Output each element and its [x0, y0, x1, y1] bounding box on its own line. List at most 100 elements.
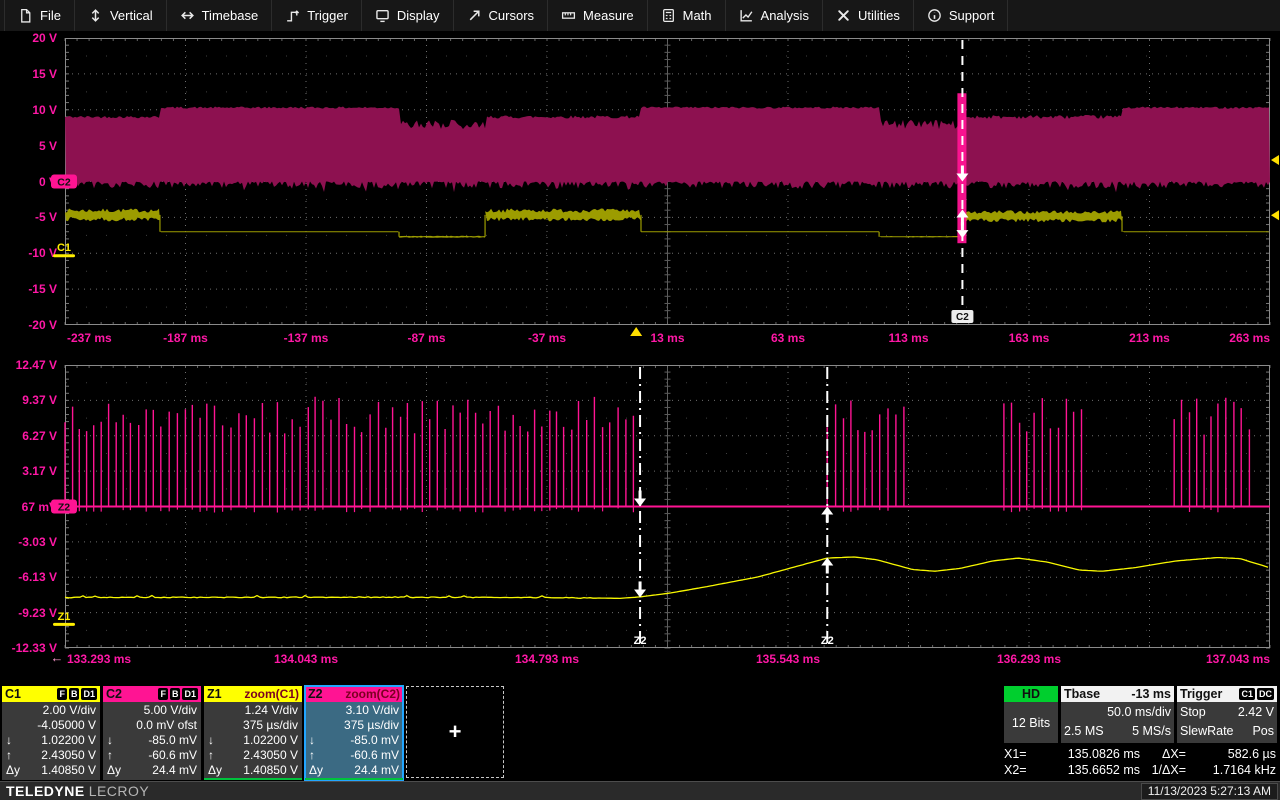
trace-badge-d1: D1 — [182, 688, 198, 700]
trace-descriptor-C1[interactable]: C1FBD12.00 V/div-4.05000 V↓1.02200 V↑2.4… — [2, 686, 100, 780]
trace-badge-f: F — [158, 688, 168, 700]
descriptor-body: 5.00 V/div0.0 mV ofst↓-85.0 mV↑-60.6 mVΔ… — [103, 702, 201, 780]
menu-item-measure[interactable]: Measure — [548, 0, 648, 31]
menu-item-analysis[interactable]: Analysis — [726, 0, 823, 31]
x-tick-label: 63 ms — [771, 331, 805, 345]
menu-item-label: Analysis — [761, 8, 809, 23]
x-tick-label: 163 ms — [1009, 331, 1050, 345]
descriptor-row-symbol: Δy — [2, 763, 28, 778]
timebase-header: Tbase -13 ms — [1061, 686, 1174, 702]
zoom-source-label: zoom(C2) — [345, 687, 400, 701]
trace-descriptor-Z2[interactable]: Z2zoom(C2)3.10 V/div375 µs/div↓-85.0 mV↑… — [305, 686, 403, 780]
main-waveform-grid[interactable]: C2C2C1 — [50, 38, 1280, 338]
x1-label: X1= — [1004, 746, 1038, 762]
descriptor-row-symbol: Δy — [103, 763, 129, 778]
x-tick-label: 137.043 ms — [1206, 652, 1270, 666]
menu-item-math[interactable]: Math — [648, 0, 726, 31]
c1-waveform[interactable] — [160, 231, 399, 232]
trace-badge-b: B — [170, 688, 181, 700]
hd-label: HD — [1022, 687, 1040, 701]
c1-waveform[interactable] — [641, 231, 879, 232]
status-bar: TELEDYNELECROY 11/13/2023 5:27:13 AM — [0, 781, 1280, 800]
y-tick-label: 10 V — [1, 103, 57, 117]
menu-item-label: Utilities — [858, 8, 900, 23]
x-tick-label: -137 ms — [284, 331, 329, 345]
timebase-rate: 5 MS/s — [1132, 722, 1171, 741]
descriptor-row-symbol: Δy — [305, 763, 331, 778]
c2-waveform[interactable] — [65, 107, 1270, 193]
menu-item-utilities[interactable]: Utilities — [823, 0, 914, 31]
trace-descriptor-C2[interactable]: C2FBD15.00 V/div0.0 mV ofst↓-85.0 mV↑-60… — [103, 686, 201, 780]
descriptor-row-value: 24.4 mV — [331, 763, 403, 778]
x-tick-label: 113 ms — [888, 331, 928, 345]
cursor-label: C2 — [956, 312, 969, 323]
descriptor-row-value: -60.6 mV — [331, 748, 403, 763]
descriptor-body: 1.24 V/div375 µs/div↓1.02200 V↑2.43050 V… — [204, 702, 302, 778]
trace-label-Z1[interactable]: Z1 — [58, 611, 71, 623]
x2-label: X2= — [1004, 762, 1038, 778]
descriptor-row-value: -60.6 mV — [129, 748, 201, 763]
descriptor-row-value: -85.0 mV — [129, 733, 201, 748]
menu-item-vertical[interactable]: Vertical — [75, 0, 167, 31]
menu-item-file[interactable]: File — [4, 0, 75, 31]
y-tick-label: 67 mV — [1, 500, 57, 514]
cursor-readout: X1= 135.0826 ms ΔX= 582.6 µs X2= 135.665… — [1004, 746, 1278, 778]
menu-item-support[interactable]: Support — [914, 0, 1009, 31]
descriptor-row-symbol: ↓ — [2, 733, 28, 748]
menu-item-label: Display — [397, 8, 440, 23]
descriptor-row-symbol: ↑ — [305, 748, 331, 763]
cursors-icon — [467, 8, 482, 23]
cursor-label: Z2 — [634, 635, 647, 647]
descriptor-row-symbol: ↑ — [204, 748, 230, 763]
x-tick-label: 263 ms — [1229, 331, 1270, 345]
trigger-header: Trigger C1 DC — [1177, 686, 1277, 702]
timebase-panel[interactable]: Tbase -13 ms 50.0 ms/div 2.5 MS 5 MS/s — [1061, 686, 1174, 743]
x-tick-label: -237 ms — [67, 331, 112, 345]
timebase-body: 50.0 ms/div 2.5 MS 5 MS/s — [1061, 702, 1174, 743]
y-tick-label: 12.47 V — [1, 358, 57, 372]
timebase-samples: 2.5 MS — [1064, 722, 1104, 741]
trigger-panel[interactable]: Trigger C1 DC Stop 2.42 V SlewRate Pos — [1177, 686, 1277, 743]
trace-badge-b: B — [69, 688, 80, 700]
descriptor-header: Z2 zoom(C2) — [305, 686, 403, 702]
y-tick-label: 5 V — [1, 139, 57, 153]
x1-value: 135.0826 ms — [1038, 746, 1140, 762]
descriptor-row-value: 375 µs/div — [230, 718, 302, 733]
menu-item-cursors[interactable]: Cursors — [454, 0, 549, 31]
y-tick-label: -12.33 V — [1, 641, 57, 655]
descriptor-row-value: -4.05000 V — [28, 718, 100, 733]
trace-badge-d1: D1 — [81, 688, 97, 700]
brand-logo: TELEDYNELECROY — [0, 783, 149, 799]
menu-item-display[interactable]: Display — [362, 0, 454, 31]
math-icon — [661, 8, 676, 23]
brand-teledyne: TELEDYNE — [6, 783, 85, 799]
trace-descriptor-Z1[interactable]: Z1zoom(C1)1.24 V/div375 µs/div↓1.02200 V… — [204, 686, 302, 780]
trigger-level-marker[interactable] — [1271, 210, 1279, 220]
menu-item-label: Math — [683, 8, 712, 23]
zoom-waveform-grid[interactable]: Z2 Z2 Z2 Z1 ← — [50, 365, 1280, 665]
hd-panel[interactable]: HD 12 Bits — [1004, 686, 1058, 743]
descriptor-row-symbol — [204, 718, 230, 733]
menu-item-trigger[interactable]: Trigger — [272, 0, 362, 31]
trace-id: Z1 — [207, 687, 222, 701]
c1-waveform[interactable] — [1122, 231, 1270, 232]
trigger-level-marker[interactable] — [1271, 155, 1279, 165]
add-trace-button[interactable]: + — [406, 686, 504, 778]
x-tick-label: 134.043 ms — [274, 652, 338, 666]
invdx-value: 1.7164 kHz — [1192, 762, 1276, 778]
y-tick-label: 3.17 V — [1, 464, 57, 478]
descriptor-row-value: 1.02200 V — [230, 733, 302, 748]
trace-label-C1[interactable]: C1 — [57, 242, 71, 254]
x-tick-label: 213 ms — [1129, 331, 1170, 345]
svg-text:Z2: Z2 — [58, 502, 70, 514]
menu-item-timebase[interactable]: Timebase — [167, 0, 273, 31]
descriptor-header: C1FBD1 — [2, 686, 100, 702]
menu-item-label: Vertical — [110, 8, 153, 23]
descriptor-row-value: 0.0 mV ofst — [129, 718, 201, 733]
cursor-label: Z2 — [821, 635, 834, 647]
descriptor-row-symbol: ↓ — [204, 733, 230, 748]
descriptor-row-value: 24.4 mV — [129, 763, 201, 778]
trace-id: Z2 — [308, 687, 323, 701]
y-tick-label: -5 V — [1, 210, 57, 224]
scroll-left-arrow[interactable]: ← — [51, 650, 64, 665]
